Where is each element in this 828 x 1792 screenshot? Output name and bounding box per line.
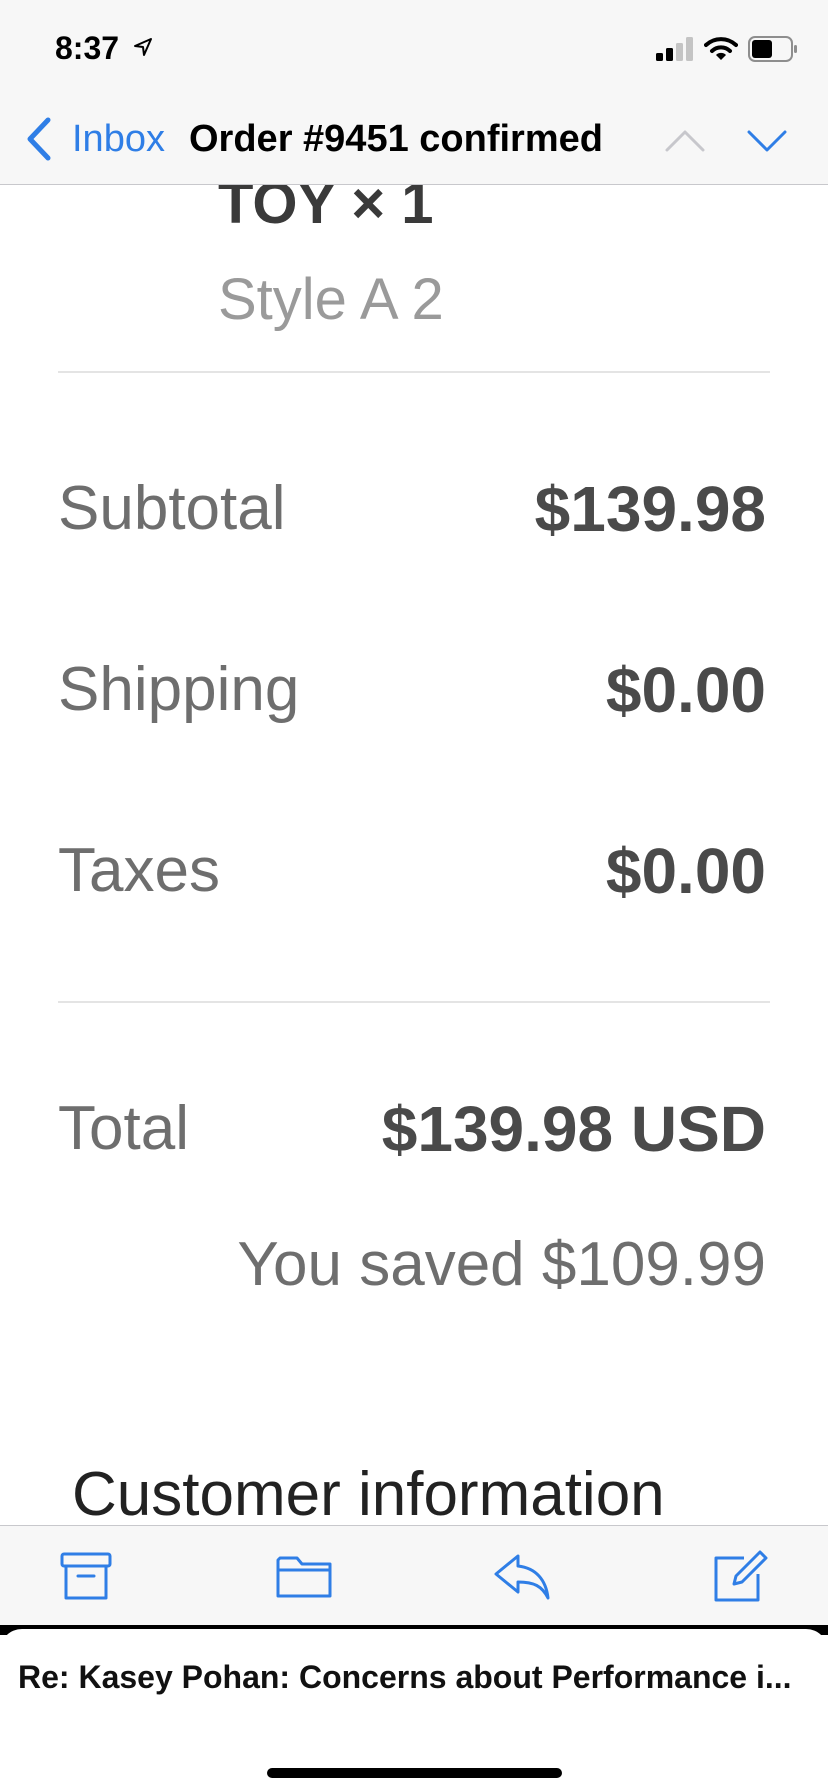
back-button[interactable]: Inbox [72,114,165,164]
reply-icon[interactable] [492,1548,552,1604]
taxes-value: $0.00 [605,835,766,907]
folder-icon[interactable] [274,1548,334,1604]
status-bar: 8:37 [0,0,828,92]
screen: 8:37 Inbox Order #9451 confirmed TOY × 1… [0,0,828,1792]
chevron-up-icon[interactable] [664,122,706,158]
taxes-label: Taxes [58,836,220,905]
chevron-down-icon[interactable] [746,122,788,158]
nav-bar: Inbox Order #9451 confirmed [0,92,828,185]
location-arrow-icon [134,38,152,56]
total-label: Total [58,1094,189,1163]
status-icons [656,34,798,64]
total-value: $139.98 USD [381,1093,766,1165]
item-style: Style A 2 [218,267,444,332]
draft-subject[interactable]: Re: Kasey Pohan: Concerns about Performa… [18,1659,818,1696]
item-title: TOY × 1 [218,185,434,236]
archive-icon[interactable] [56,1548,116,1604]
savings-text: You saved $109.99 [237,1230,766,1299]
battery-icon [748,36,797,62]
subtotal-label: Subtotal [58,474,286,543]
minimized-draft[interactable]: Re: Kasey Pohan: Concerns about Performa… [0,1629,828,1792]
shipping-label: Shipping [58,655,300,724]
customer-information-heading: Customer information [72,1460,665,1525]
cellular-signal-icon [656,37,693,61]
divider [58,371,770,373]
shipping-value: $0.00 [605,654,766,726]
chevron-left-icon[interactable] [24,114,54,164]
status-time: 8:37 [55,30,120,66]
mail-toolbar [0,1525,828,1626]
email-subject-title: Order #9451 confirmed [189,118,603,160]
compose-icon[interactable] [710,1548,770,1604]
wifi-icon [704,37,738,60]
subtotal-value: $139.98 [534,473,766,545]
divider [58,1001,770,1003]
email-body[interactable]: TOY × 1 Style A 2 Subtotal $139.98 Shipp… [0,185,828,1525]
home-indicator[interactable] [267,1768,562,1778]
